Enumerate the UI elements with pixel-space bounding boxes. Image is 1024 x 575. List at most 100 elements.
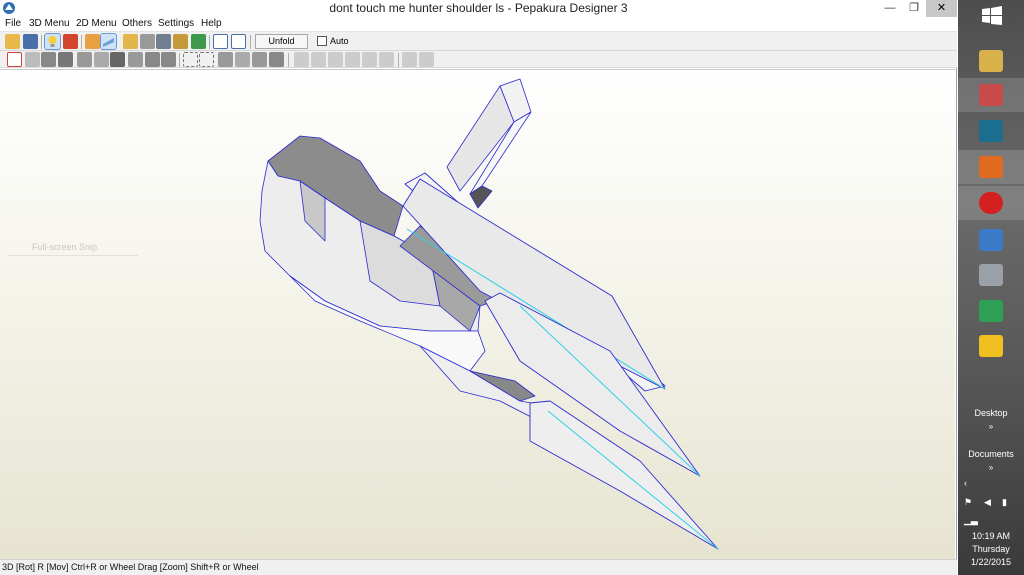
printer-icon	[979, 264, 1003, 286]
single-view-icon[interactable]	[213, 34, 228, 49]
status-bar: 3D [Rot] R [Mov] Ctrl+R or Wheel Drag [Z…	[0, 559, 957, 575]
clock-date[interactable]: 1/22/2015	[958, 557, 1024, 567]
cursor-icon[interactable]	[128, 52, 143, 67]
minimize-button[interactable]: —	[878, 0, 902, 17]
desktop-toolbar-label[interactable]: Desktop	[958, 408, 1024, 418]
group-select-icon[interactable]	[199, 52, 214, 67]
split-icon[interactable]	[77, 52, 92, 67]
taskbar-opera[interactable]	[958, 186, 1024, 220]
join-edge-icon[interactable]	[58, 52, 73, 67]
flap-switch-icon[interactable]	[94, 52, 109, 67]
dual-view-icon[interactable]	[231, 34, 246, 49]
title-bar: dont touch me hunter shoulder ls - Pepak…	[0, 0, 957, 17]
signal-icon[interactable]: ▁▃	[964, 515, 978, 526]
picture-icon	[979, 229, 1003, 251]
unfold-view-icon[interactable]	[100, 33, 117, 50]
align-middle-icon[interactable]	[362, 52, 377, 67]
auto-label: Auto	[330, 36, 349, 46]
box-select-icon[interactable]	[183, 52, 198, 67]
menu-2d[interactable]: 2D Menu	[76, 18, 117, 29]
network-icon[interactable]: ▮	[1002, 497, 1007, 508]
part-icon[interactable]	[173, 34, 188, 49]
lightbulb-icon[interactable]	[44, 33, 61, 50]
align-right-icon[interactable]	[328, 52, 343, 67]
3d-viewport[interactable]: Full-screen Snip	[0, 69, 955, 559]
undo-icon[interactable]	[145, 52, 160, 67]
menu-help[interactable]: Help	[201, 18, 222, 29]
toolbar-separator	[41, 35, 42, 49]
layout-icon[interactable]	[235, 52, 250, 67]
main-toolbar: Unfold Auto	[0, 32, 957, 51]
taskbar-blender[interactable]	[958, 150, 1024, 184]
notification-arrow-icon[interactable]: ‹	[964, 478, 967, 488]
pencil-icon[interactable]	[123, 34, 138, 49]
toolbar-separator	[250, 35, 251, 49]
volume-icon[interactable]: ◀	[984, 497, 991, 508]
taskbar-pepakura[interactable]	[958, 78, 1024, 112]
save-icon[interactable]	[23, 34, 38, 49]
align-left-icon[interactable]	[294, 52, 309, 67]
shoulder-armor-model[interactable]	[0, 70, 955, 559]
printer-icon[interactable]	[269, 52, 284, 67]
clock-day[interactable]: Thursday	[958, 544, 1024, 554]
chevron-icon[interactable]: »	[958, 463, 1024, 472]
auto-checkbox[interactable]	[317, 36, 327, 46]
texture-cube-icon[interactable]	[63, 34, 78, 49]
toolbar-separator	[209, 35, 210, 49]
folder-icon	[979, 50, 1003, 72]
redo-icon[interactable]	[161, 52, 176, 67]
windows-taskbar: Desktop » Documents » ‹ ⚑ ◀ ▮ ▁▃ 10:19 A…	[958, 0, 1024, 575]
text-icon[interactable]	[110, 52, 125, 67]
menu-3d[interactable]: 3D Menu	[29, 18, 70, 29]
rotate-part-icon[interactable]	[25, 52, 40, 67]
zoom-out-icon[interactable]	[419, 52, 434, 67]
unfold-view-glyph	[103, 38, 114, 47]
anchor-icon[interactable]	[156, 34, 171, 49]
documents-toolbar-label[interactable]: Documents	[958, 449, 1024, 459]
align-center-icon[interactable]	[311, 52, 326, 67]
unfold-button[interactable]: Unfold	[255, 34, 308, 49]
flap-icon[interactable]	[191, 34, 206, 49]
taskbar-app-8[interactable]	[958, 294, 1024, 328]
menu-settings[interactable]: Settings	[158, 18, 194, 29]
taskbar-printer[interactable]	[958, 258, 1024, 292]
close-button[interactable]: ✕	[926, 0, 957, 17]
restore-button[interactable]: ❐	[902, 0, 926, 17]
chevron-icon[interactable]: »	[958, 422, 1024, 431]
taskbar-app-9[interactable]	[958, 329, 1024, 363]
toolbar-separator	[398, 53, 399, 67]
taskbar-image-viewer[interactable]	[958, 223, 1024, 257]
select-icon[interactable]	[7, 52, 22, 67]
toolbar-separator	[288, 53, 289, 67]
blender-icon	[979, 156, 1003, 178]
taskbar-file-explorer[interactable]	[958, 44, 1024, 78]
window-title: dont touch me hunter shoulder ls - Pepak…	[329, 1, 628, 15]
menu-file[interactable]: File	[5, 18, 21, 29]
pepakura-icon	[979, 84, 1003, 106]
lightbulb-glyph	[48, 36, 57, 47]
print-area-icon[interactable]	[252, 52, 267, 67]
flag-icon[interactable]: ⚑	[964, 497, 972, 508]
snip-watermark: Full-screen Snip	[8, 242, 138, 256]
app-icon	[979, 335, 1003, 357]
opera-icon	[979, 192, 1003, 214]
cylinder-icon[interactable]	[140, 34, 155, 49]
zoom-in-icon[interactable]	[402, 52, 417, 67]
app-icon	[979, 120, 1003, 142]
align-bottom-icon[interactable]	[379, 52, 394, 67]
page-icon[interactable]	[218, 52, 233, 67]
taskbar-app-3[interactable]	[958, 114, 1024, 148]
clock-time[interactable]: 10:19 AM	[958, 531, 1024, 541]
pepakura-window: dont touch me hunter shoulder ls - Pepak…	[0, 0, 957, 575]
menu-others[interactable]: Others	[122, 18, 152, 29]
menu-bar: File 3D Menu 2D Menu Others Settings Hel…	[0, 17, 957, 32]
move-icon[interactable]	[41, 52, 56, 67]
box-icon[interactable]	[85, 34, 100, 49]
secondary-toolbar	[0, 51, 957, 68]
toolbar-separator	[179, 53, 180, 67]
align-top-icon[interactable]	[345, 52, 360, 67]
toolbar-separator	[81, 35, 82, 49]
app-icon	[979, 300, 1003, 322]
open-icon[interactable]	[5, 34, 20, 49]
windows-start-icon[interactable]	[982, 6, 1002, 26]
